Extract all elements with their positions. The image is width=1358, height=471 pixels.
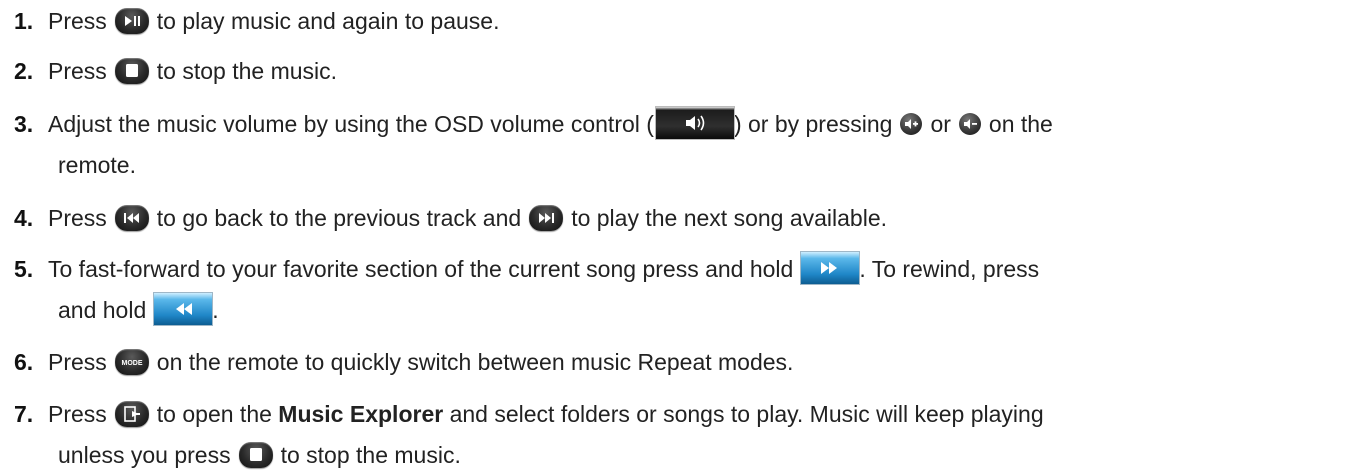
item-number: 6. <box>14 349 34 375</box>
item-text: to play the next song available. <box>571 205 888 231</box>
item-text: to open the <box>156 401 272 427</box>
fast-forward-icon <box>801 252 860 284</box>
stop-icon <box>238 441 273 468</box>
item-text: To fast-forward to your favorite section… <box>48 256 794 283</box>
list-item: 5. To fast-forward to your favorite secti… <box>0 252 1040 287</box>
osd-volume-icon <box>655 107 734 139</box>
item-text: Press <box>48 58 107 84</box>
list-item-continuation: unless you press to stop the music. <box>58 441 461 470</box>
item-text: and hold <box>58 297 147 324</box>
next-track-icon <box>529 204 564 231</box>
mode-icon-label: MODE <box>121 360 142 367</box>
item-text: to play music and again to pause. <box>156 8 500 34</box>
item-number: 2. <box>14 58 34 84</box>
list-item-continuation: remote. <box>58 151 136 179</box>
item-text: remote. <box>58 152 136 178</box>
item-text: . To rewind, press <box>859 256 1040 283</box>
volume-up-icon <box>900 113 923 135</box>
item-text: to stop the music. <box>156 58 338 84</box>
music-explorer-icon <box>114 400 149 427</box>
item-text: ) or by pressing <box>733 111 893 138</box>
item-text: on the <box>988 111 1053 138</box>
list-item: 6. Press MODE on the remote to quickly swit… <box>0 348 793 377</box>
item-text: or <box>930 111 951 138</box>
item-text: to go back to the previous track and <box>156 205 522 231</box>
item-text: Press <box>48 205 107 231</box>
music-explorer-label: Music Explorer <box>278 401 444 427</box>
item-number: 1. <box>14 8 34 34</box>
item-number: 7. <box>14 401 34 427</box>
instruction-list: 1. Press to play music and again to pause.… <box>0 0 1358 471</box>
item-number: 5. <box>14 256 34 283</box>
previous-track-icon <box>114 204 149 231</box>
list-item: 2. Press to stop the music. <box>0 57 337 86</box>
item-text: unless you press <box>58 442 231 468</box>
mode-icon: MODE <box>114 348 149 375</box>
list-item: 7. Press to open the Music Explorer and se… <box>0 400 1044 429</box>
item-text: Press <box>48 8 107 34</box>
list-item: 3. Adjust the music volume by using the O… <box>0 107 1053 142</box>
play-pause-icon <box>114 7 149 34</box>
volume-down-icon <box>958 113 981 135</box>
item-text: and select folders or songs to play. Mus… <box>449 401 1044 427</box>
item-number: 3. <box>14 111 34 138</box>
item-text: to stop the music. <box>280 442 461 468</box>
item-text: on the remote to quickly switch between … <box>156 349 794 375</box>
item-text: Adjust the music volume by using the OSD… <box>48 111 654 138</box>
item-text: Press <box>48 401 107 427</box>
item-number: 4. <box>14 205 34 231</box>
item-text: . <box>212 297 219 324</box>
rewind-icon <box>154 293 213 325</box>
list-item: 4. Press to go back to the previous track … <box>0 204 887 233</box>
item-text: Press <box>48 349 107 375</box>
list-item: 1. Press to play music and again to pause. <box>0 7 499 36</box>
stop-icon <box>114 57 149 84</box>
list-item-continuation: and hold. <box>58 293 219 328</box>
